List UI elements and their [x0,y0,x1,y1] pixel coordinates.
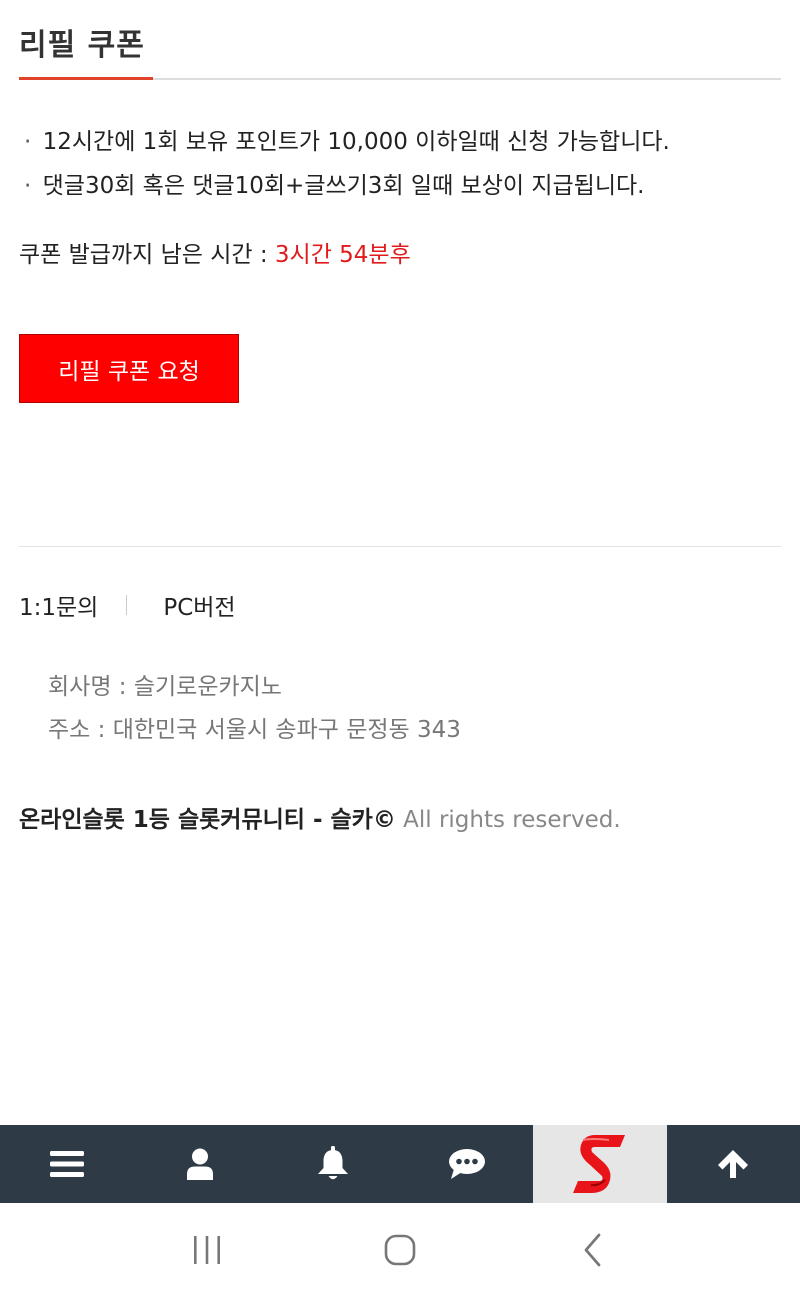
footer-divider [19,546,781,547]
page-header: 리필 쿠폰 [19,0,781,80]
info-item: · 12시간에 1회 보유 포인트가 10,000 이하일때 신청 가능합니다. [24,120,670,164]
back-icon [584,1233,601,1267]
company-name: 회사명 : 슬기로운카지노 [48,674,282,700]
copyright: 온라인슬롯 1등 슬롯커뮤니티 - 슬카© All rights reserve… [19,800,621,840]
timer-value: 3시간 54분후 [274,242,411,268]
coupon-timer: 쿠폰 발급까지 남은 시간 : 3시간 54분후 [19,235,411,275]
bottom-nav [0,1125,800,1203]
link-separator [126,595,128,615]
info-text: 12시간에 1회 보유 포인트가 10,000 이하일때 신청 가능합니다. [42,129,670,155]
system-nav-bar [0,1203,800,1297]
bullet: · [24,129,32,155]
company-info: 회사명 : 슬기로운카지노 주소 : 대한민국 서울시 송파구 문정동 343 [48,666,461,752]
copyright-reserved: All rights reserved. [395,807,621,833]
info-item: · 댓글30회 혹은 댓글10회+글쓰기3회 일때 보상이 지급됩니다. [24,164,670,208]
info-text: 댓글30회 혹은 댓글10회+글쓰기3회 일때 보상이 지급됩니다. [42,173,645,199]
recent-apps-button[interactable] [177,1220,237,1280]
inquiry-link[interactable]: 1:1문의 [19,588,98,622]
recent-apps-icon [193,1236,220,1264]
chat-button[interactable] [400,1125,533,1203]
notifications-button[interactable] [267,1125,400,1203]
bell-icon [318,1146,349,1180]
info-list: · 12시간에 1회 보유 포인트가 10,000 이하일때 신청 가능합니다.… [24,120,670,208]
site-logo [572,1135,625,1193]
bullet: · [24,173,32,199]
pc-version-link[interactable]: PC버전 [163,588,235,622]
menu-button[interactable] [0,1125,133,1203]
page-title: 리필 쿠폰 [19,28,145,63]
menu-icon [49,1151,84,1177]
site-logo-button[interactable] [533,1125,667,1203]
refill-coupon-request-button[interactable]: 리필 쿠폰 요청 [19,334,239,403]
scroll-top-button[interactable] [667,1125,800,1203]
title-underline [19,77,153,80]
user-button[interactable] [133,1125,266,1203]
chat-icon [448,1149,485,1179]
home-icon [384,1234,416,1266]
footer-links: 1:1문의 PC버전 [19,588,236,622]
arrow-up-icon [718,1150,749,1178]
copyright-brand: 온라인슬롯 1등 슬롯커뮤니티 - 슬카© [19,807,396,833]
back-button[interactable] [563,1220,623,1280]
home-button[interactable] [370,1220,430,1280]
timer-label: 쿠폰 발급까지 남은 시간 : [19,242,275,268]
company-address: 주소 : 대한민국 서울시 송파구 문정동 343 [48,717,461,743]
user-icon [186,1148,213,1180]
